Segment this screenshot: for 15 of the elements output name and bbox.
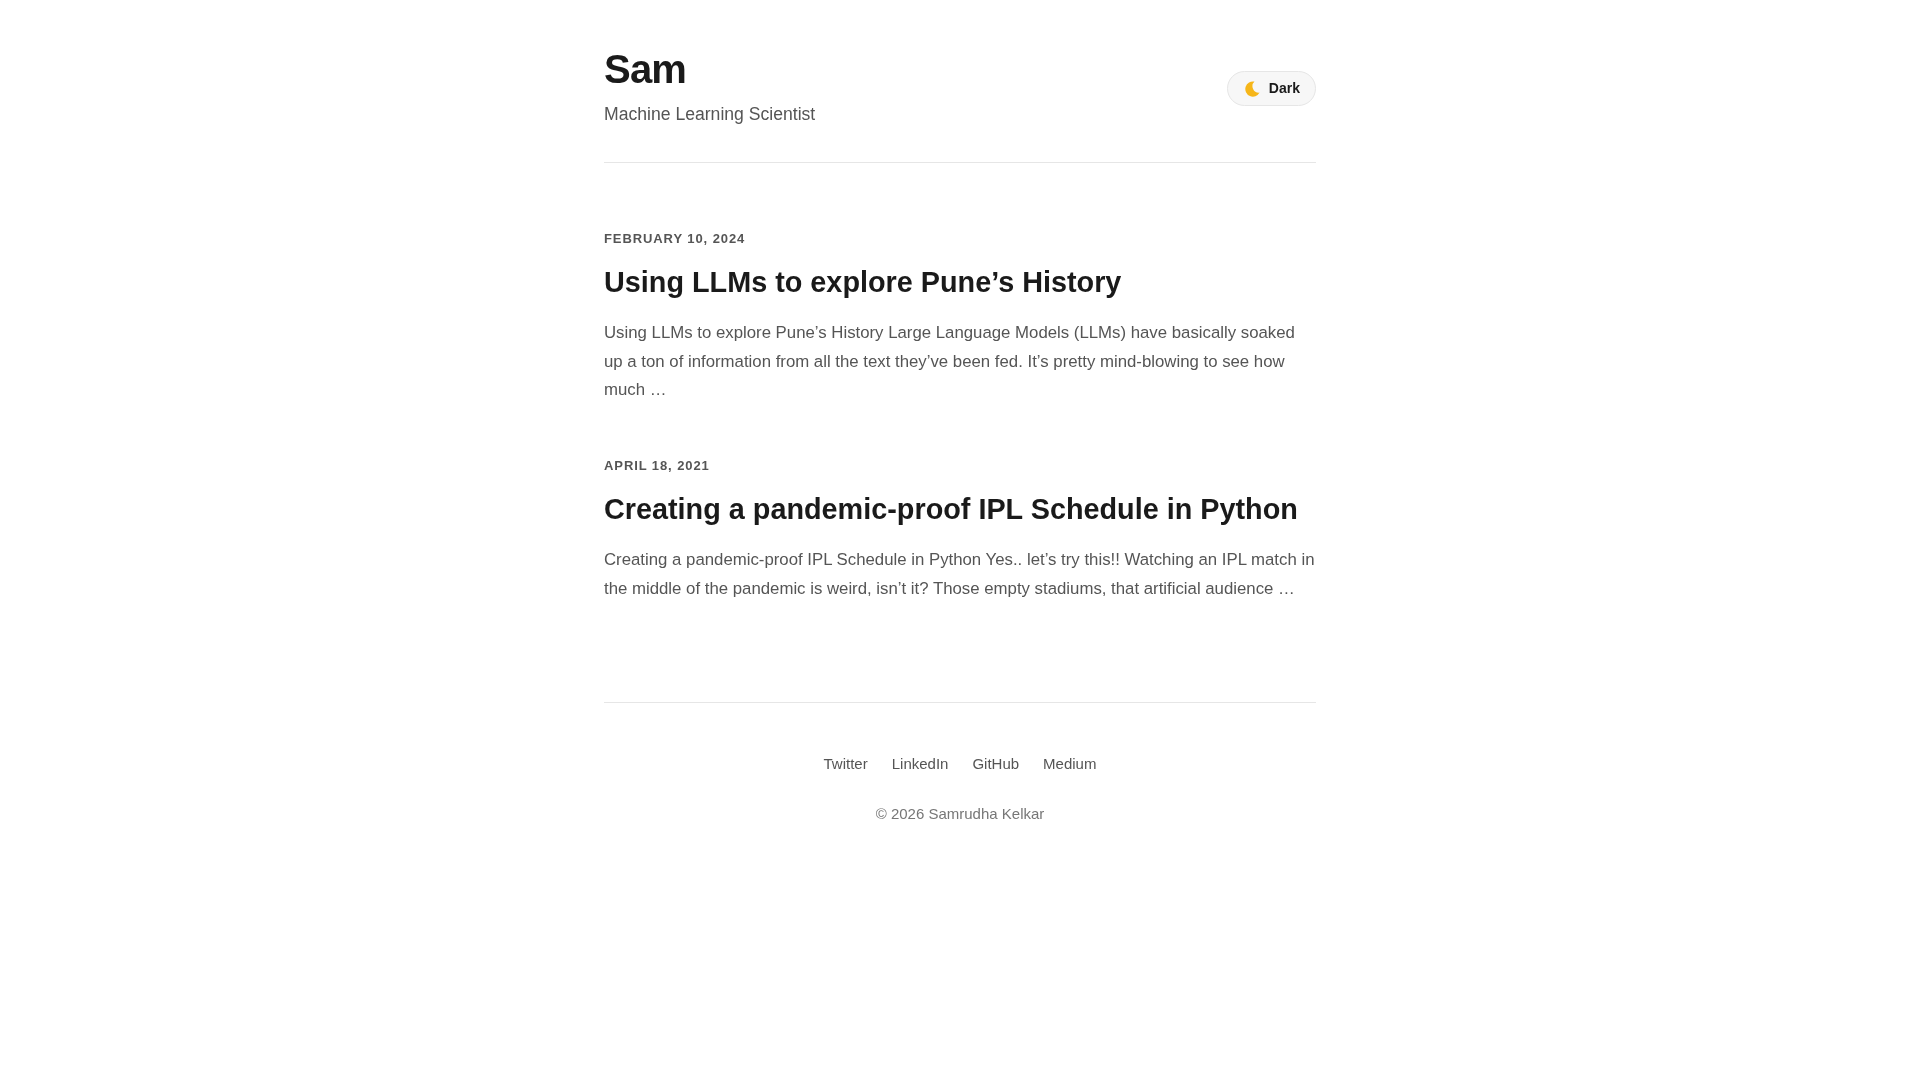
post-excerpt: Creating a pandemic-proof IPL Schedule in Python Yes.. let’s try this!! Watching an IPL match in the middle of the pandemic is weird, isn’t it? Those empty stadiums, that artificial audience … <box>604 549 1316 600</box>
footer-link[interactable]: LinkedIn <box>891 752 949 775</box>
copyright-text: © 2026 Samrudha Kelkar <box>875 803 1045 824</box>
footer-link[interactable]: GitHub <box>972 752 1020 775</box>
crescent-moon-icon <box>1244 80 1260 97</box>
post-excerpt: Using LLMs to explore Pune’s History Large Language Models (LLMs) have basically soaked up a ton of information from all the text they’ve been fed. It’s pretty mind-blowing to see how much … <box>604 322 1296 402</box>
post-title-link[interactable]: Creating a pandemic-proof IPL Schedule in Python <box>604 491 1298 529</box>
post-date: APRIL 18, 2021 <box>604 457 711 476</box>
post-title-link[interactable]: Using LLMs to explore Pune’s History <box>604 264 1122 301</box>
footer-link[interactable]: Medium <box>1043 752 1097 775</box>
post-date: FEBRUARY 10, 2024 <box>604 230 747 248</box>
theme-toggle-button[interactable]: Dark <box>1226 71 1316 106</box>
footer-link[interactable]: Twitter <box>823 752 868 775</box>
site-subtitle: Machine Learning Scientist <box>604 103 816 126</box>
site-title: Sam <box>604 46 688 93</box>
